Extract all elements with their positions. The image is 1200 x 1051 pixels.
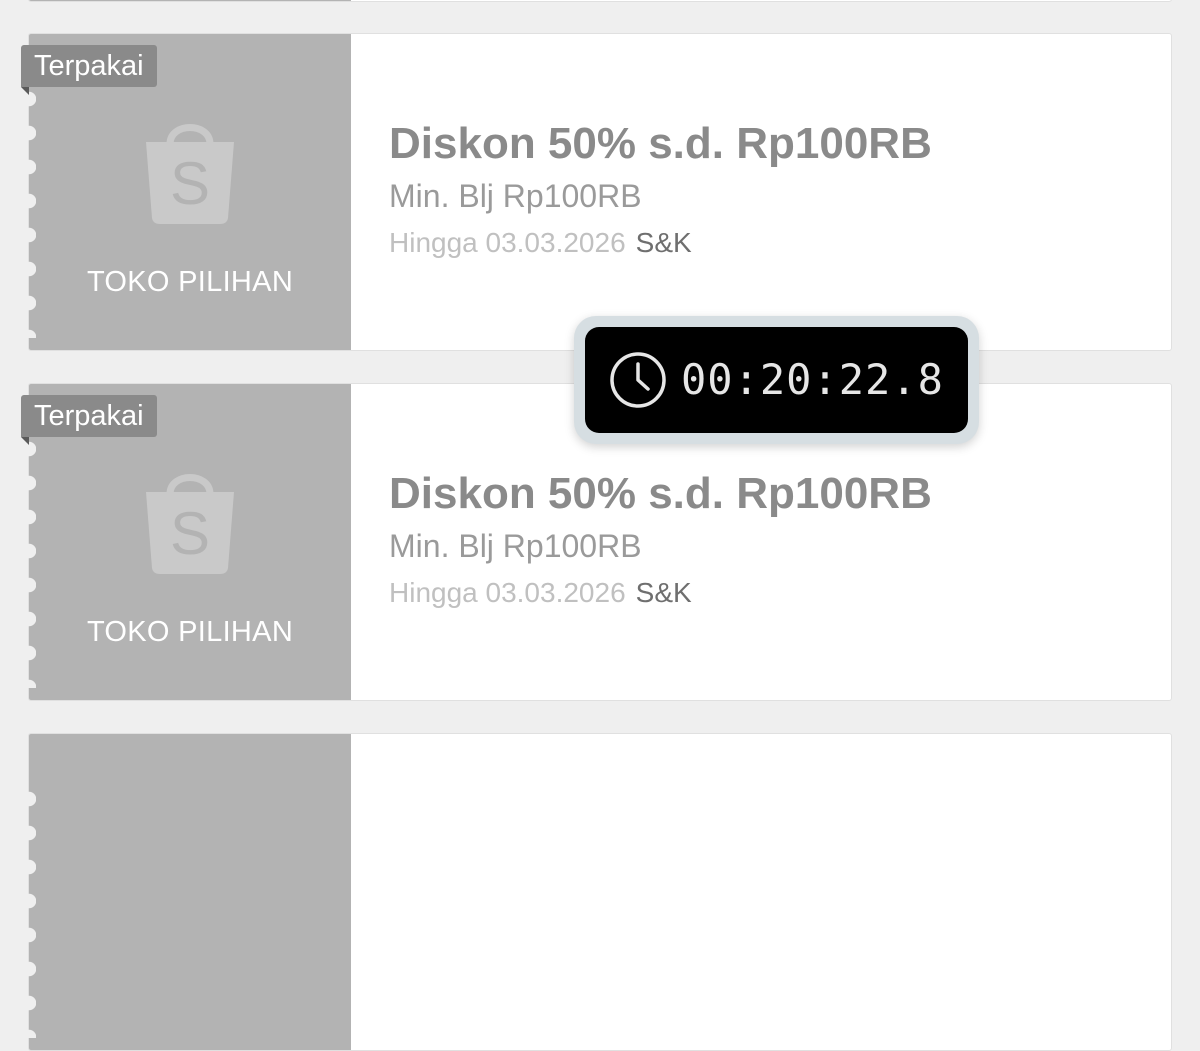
voucher-meta: Hingga 03.03.2026 S&K [389, 577, 932, 609]
voucher-meta: Hingga 03.03.2026 S&K [389, 227, 932, 259]
badge-fold [21, 87, 29, 95]
voucher-card-partial-bottom [22, 733, 1172, 1051]
voucher-expiry: Hingga 03.03.2026 [389, 577, 626, 608]
shopping-bag-icon: S [146, 474, 234, 574]
voucher-min-spend: Min. Blj Rp100RB [389, 528, 642, 564]
voucher-card[interactable]: S TOKO PILIHAN Terpakai Diskon 50% s.d. … [21, 33, 1172, 351]
terms-link[interactable]: S&K [636, 227, 692, 258]
stopwatch-panel: 00:20:22.8 [585, 327, 968, 433]
voucher-info: Diskon 50% s.d. Rp100RB Min. Blj Rp100RB… [389, 466, 932, 609]
voucher-min-spend: Min. Blj Rp100RB [389, 178, 642, 214]
voucher-info: Diskon 50% s.d. Rp100RB Min. Blj Rp100RB… [389, 116, 932, 259]
terms-link[interactable]: S&K [636, 577, 692, 608]
shop-label: TOKO PILIHAN [86, 616, 294, 648]
shopping-bag-icon: S [146, 124, 234, 224]
used-badge: Terpakai [21, 45, 157, 87]
used-badge: Terpakai [21, 395, 157, 437]
stopwatch-time: 00:20:22.8 [681, 355, 944, 404]
voucher-stub [29, 0, 351, 1]
svg-text:S: S [170, 150, 210, 217]
voucher-title: Diskon 50% s.d. Rp100RB [389, 469, 932, 518]
voucher-stub [22, 734, 351, 1050]
voucher-expiry: Hingga 03.03.2026 [389, 227, 626, 258]
voucher-card-partial-top [28, 0, 1172, 2]
svg-text:S: S [170, 500, 210, 567]
voucher-title: Diskon 50% s.d. Rp100RB [389, 119, 932, 168]
shop-label: TOKO PILIHAN [86, 266, 294, 298]
badge-fold [21, 437, 29, 445]
clock-icon [610, 352, 666, 408]
stopwatch-overlay[interactable]: 00:20:22.8 [574, 316, 979, 444]
